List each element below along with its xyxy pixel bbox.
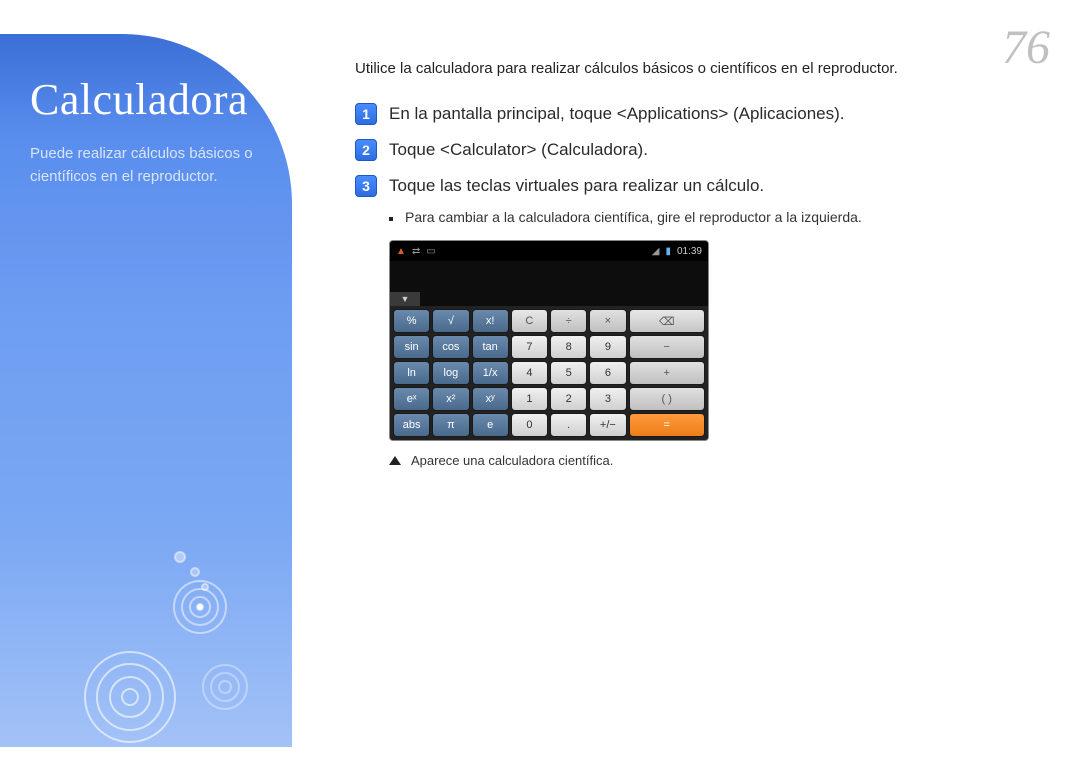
key-tan: tan — [472, 335, 509, 359]
key-6: 6 — [589, 361, 626, 385]
section-title: Calculadora — [30, 74, 272, 125]
step-text: En la pantalla principal, toque <Applica… — [389, 102, 845, 126]
key-2: 2 — [550, 387, 587, 411]
wifi-icon: ◢ — [652, 246, 660, 257]
step-1: 1 En la pantalla principal, toque <Appli… — [355, 102, 1050, 126]
key-backspace: ⌫ — [629, 309, 706, 333]
key-log: log — [432, 361, 469, 385]
step-3: 3 Toque las teclas virtuales para realiz… — [355, 174, 1050, 198]
key-sign: +/− — [589, 413, 626, 437]
sidebar: Calculadora Puede realizar cálculos bási… — [0, 34, 292, 747]
calculator-keyboard: % √ x! C ÷ × ⌫ sin cos tan 7 8 9 − ln lo… — [390, 306, 708, 440]
tip-bullet: Para cambiar a la calculadora científica… — [389, 209, 1050, 225]
key-dot: . — [550, 413, 587, 437]
expand-tab: ▼ — [390, 292, 420, 306]
key-sqrt: √ — [432, 309, 469, 333]
key-factorial: x! — [472, 309, 509, 333]
key-4: 4 — [511, 361, 548, 385]
key-plus: + — [629, 361, 706, 385]
screenshot-caption: Aparece una calculadora científica. — [389, 453, 1050, 468]
key-parens: ( ) — [629, 387, 706, 411]
calculator-display: ▼ — [390, 261, 708, 306]
key-8: 8 — [550, 335, 587, 359]
step-2: 2 Toque <Calculator> (Calculadora). — [355, 138, 1050, 162]
warning-icon: ▲ — [396, 246, 406, 257]
sd-icon: ▭ — [426, 246, 435, 257]
calculator-screenshot: ▲ ⇄ ▭ ◢ ▮ 01:39 ▼ % √ x! C ÷ × ⌫ sin cos — [389, 240, 709, 441]
key-square: x² — [432, 387, 469, 411]
key-equals: = — [629, 413, 706, 437]
key-7: 7 — [511, 335, 548, 359]
step-text: Toque <Calculator> (Calculadora). — [389, 138, 648, 162]
tip-text: Para cambiar a la calculadora científica… — [405, 209, 862, 225]
step-number-badge: 1 — [355, 103, 377, 125]
key-sin: sin — [393, 335, 430, 359]
usb-icon: ⇄ — [412, 246, 420, 257]
key-3: 3 — [589, 387, 626, 411]
key-ln: ln — [393, 361, 430, 385]
chevron-down-icon: ▼ — [401, 294, 410, 304]
key-divide: ÷ — [550, 309, 587, 333]
device-status-bar: ▲ ⇄ ▭ ◢ ▮ 01:39 — [390, 241, 708, 261]
key-9: 9 — [589, 335, 626, 359]
step-text: Toque las teclas virtuales para realizar… — [389, 174, 764, 198]
section-subtitle: Puede realizar cálculos básicos o cientí… — [30, 143, 272, 188]
battery-icon: ▮ — [665, 246, 671, 257]
main-content: Utilice la calculadora para realizar cál… — [355, 60, 1050, 468]
decorative-circles-icon — [0, 497, 292, 747]
key-abs: abs — [393, 413, 430, 437]
up-arrow-icon — [389, 456, 401, 465]
key-exp: eˣ — [393, 387, 430, 411]
clock-text: 01:39 — [677, 246, 702, 257]
key-pi: π — [432, 413, 469, 437]
key-1: 1 — [511, 387, 548, 411]
caption-text: Aparece una calculadora científica. — [411, 453, 613, 468]
step-number-badge: 3 — [355, 175, 377, 197]
bullet-icon — [389, 217, 393, 221]
key-0: 0 — [511, 413, 548, 437]
key-reciprocal: 1/x — [472, 361, 509, 385]
key-clear: C — [511, 309, 548, 333]
key-5: 5 — [550, 361, 587, 385]
key-percent: % — [393, 309, 430, 333]
key-power: xʸ — [472, 387, 509, 411]
key-multiply: × — [589, 309, 626, 333]
key-e: e — [472, 413, 509, 437]
key-cos: cos — [432, 335, 469, 359]
step-number-badge: 2 — [355, 139, 377, 161]
key-minus: − — [629, 335, 706, 359]
intro-text: Utilice la calculadora para realizar cál… — [355, 60, 1050, 77]
